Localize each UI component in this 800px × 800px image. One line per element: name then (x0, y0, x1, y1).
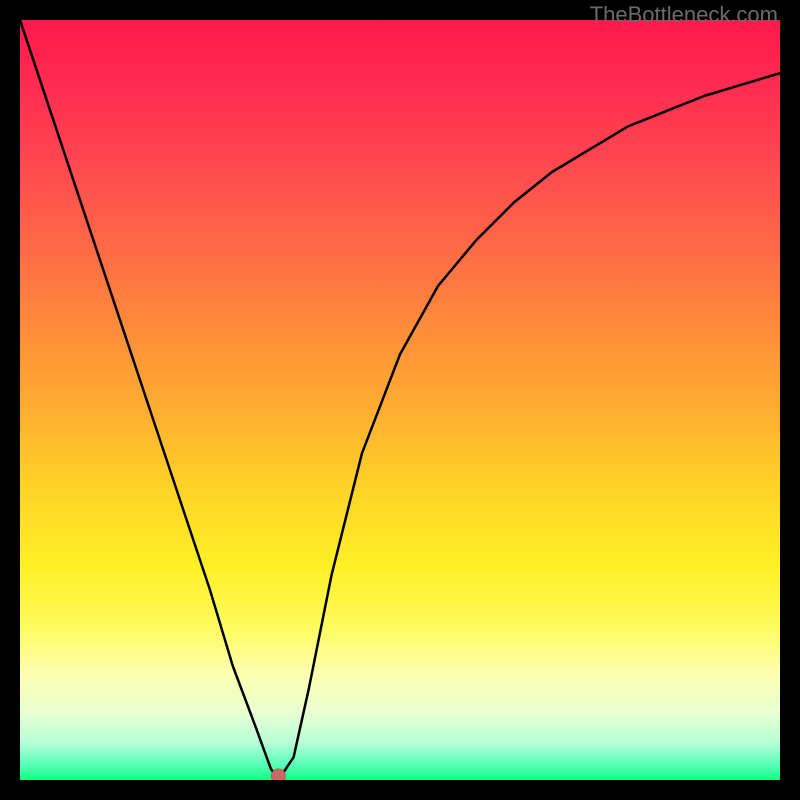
minimum-marker (271, 769, 285, 780)
bottleneck-curve (20, 20, 780, 780)
curve-plot (20, 20, 780, 780)
watermark-text: TheBottleneck.com (590, 2, 778, 28)
